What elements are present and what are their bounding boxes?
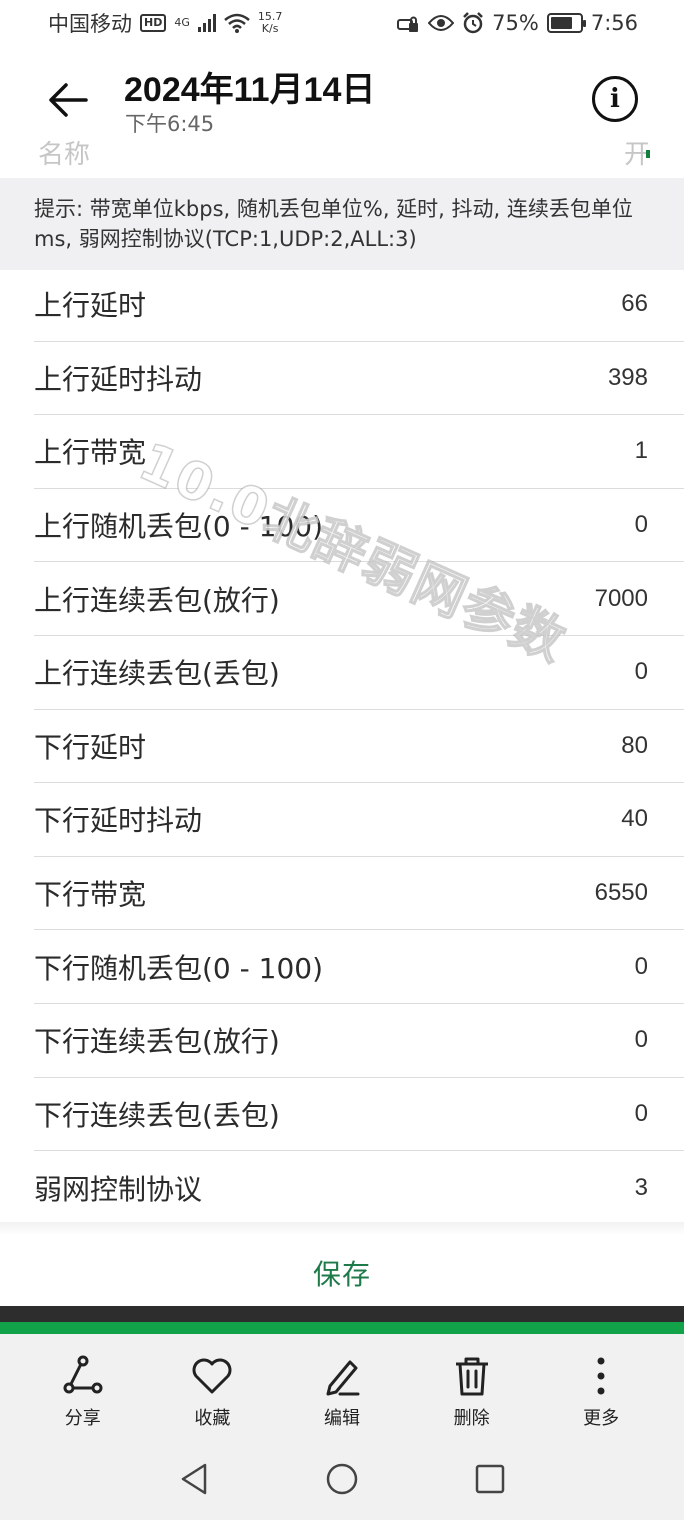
network-type: 4G [174, 16, 190, 29]
param-row[interactable]: 上行带宽 1 [34, 415, 684, 489]
alarm-icon [463, 12, 484, 34]
parameter-list: 上行延时 66 上行延时抖动 398 上行带宽 1 上行随机丢包(0 - 100) 0 上行连续… [0, 268, 684, 1225]
param-row[interactable]: 上行连续丢包(放行) 7000 [34, 562, 684, 636]
scrolled-row-label: 名称 [38, 140, 91, 170]
share-icon [63, 1355, 103, 1394]
nav-back-button[interactable] [172, 1457, 216, 1501]
param-label: 上行随机丢包(0 - 100) [34, 510, 324, 544]
param-row[interactable]: 下行连续丢包(放行) 0 [34, 1004, 684, 1078]
carrier-name: 中国移动 [48, 12, 132, 36]
page-title: 2024年11月14日 [124, 71, 376, 109]
param-row[interactable]: 上行随机丢包(0 - 100) 0 [34, 489, 684, 563]
param-label: 下行延时抖动 [34, 804, 203, 838]
param-value: 398 [607, 363, 648, 391]
share-label: 分享 [64, 1408, 101, 1429]
param-value: 0 [634, 1026, 648, 1054]
param-label: 上行带宽 [34, 436, 147, 470]
nav-home-button[interactable] [320, 1457, 364, 1501]
battery-level-fill [550, 17, 572, 29]
info-icon: i [610, 84, 620, 114]
param-label: 下行连续丢包(丢包) [34, 1098, 280, 1132]
param-label: 下行连续丢包(放行) [34, 1025, 280, 1059]
circle-home-icon [326, 1463, 358, 1495]
param-row[interactable]: 下行带宽 6550 [34, 857, 684, 931]
param-row[interactable]: 下行连续丢包(丢包) 0 [34, 1078, 684, 1152]
wifi-icon [224, 13, 250, 33]
trash-icon [455, 1357, 488, 1396]
arrow-left-icon [49, 83, 88, 117]
delete-label: 删除 [453, 1408, 490, 1429]
param-value: 40 [621, 805, 648, 833]
more-button[interactable]: 更多 [546, 1334, 656, 1438]
param-row[interactable]: 上行连续丢包(丢包) 0 [34, 636, 684, 710]
heart-icon [192, 1358, 232, 1394]
back-button[interactable] [44, 76, 92, 124]
status-bar-left: 中国移动 HD 4G 15.7 K/s [48, 8, 282, 38]
cursor-mark [646, 150, 650, 158]
param-label: 上行延时抖动 [34, 362, 203, 396]
battery-percent: 75% [492, 11, 539, 35]
accent-strip [0, 1322, 684, 1334]
status-bar: 中国移动 HD 4G 15.7 K/s 75% 7:56 [0, 0, 684, 46]
param-label: 下行随机丢包(0 - 100) [34, 951, 324, 985]
param-value: 0 [634, 658, 648, 686]
battery-icon [546, 13, 586, 33]
network-speed: 15.7 K/s [258, 11, 283, 35]
status-bar-right: 75% 7:56 [396, 11, 638, 35]
signal-icon [197, 14, 216, 32]
delete-button[interactable]: 删除 [417, 1334, 527, 1438]
divider [0, 1222, 684, 1236]
save-button[interactable]: 保存 [0, 1240, 684, 1306]
favorite-label: 收藏 [194, 1408, 231, 1429]
param-label: 下行延时 [34, 730, 147, 764]
system-nav-bar [0, 1438, 684, 1520]
app-header: 2024年11月14日 下午6:45 i [0, 46, 684, 154]
share-button[interactable]: 分享 [28, 1334, 138, 1438]
more-vertical-icon [597, 1357, 605, 1395]
param-value: 7000 [594, 584, 648, 612]
pencil-icon [326, 1360, 360, 1396]
param-label: 下行带宽 [34, 878, 147, 912]
param-row[interactable]: 下行延时抖动 40 [34, 783, 684, 857]
param-row[interactable]: 上行延时抖动 398 [34, 342, 684, 416]
param-value: 66 [621, 290, 648, 318]
more-label: 更多 [583, 1408, 620, 1429]
param-row[interactable]: 下行随机丢包(0 - 100) 0 [34, 930, 684, 1004]
square-recents-icon [475, 1464, 505, 1494]
param-label: 弱网控制协议 [34, 1172, 203, 1206]
favorite-button[interactable]: 收藏 [157, 1334, 267, 1438]
action-bar: 分享 收藏 编辑 删除 更多 [0, 1334, 684, 1438]
param-value: 0 [634, 1099, 648, 1127]
param-value: 0 [634, 952, 648, 980]
info-button[interactable]: i [592, 76, 638, 122]
param-label: 上行连续丢包(放行) [34, 583, 280, 617]
param-label: 上行连续丢包(丢包) [34, 657, 280, 691]
param-row[interactable]: 上行延时 66 [34, 268, 684, 342]
param-value: 80 [621, 731, 648, 759]
param-value: 1 [634, 437, 648, 465]
param-row[interactable]: 下行延时 80 [34, 710, 684, 784]
car-lock-icon [397, 16, 419, 32]
param-value: 3 [634, 1173, 648, 1201]
network-speed-unit: K/s [261, 22, 279, 35]
nav-recents-button[interactable] [468, 1457, 512, 1501]
param-value: 6550 [594, 879, 648, 907]
triangle-back-icon [181, 1463, 207, 1495]
param-label: 上行延时 [34, 289, 147, 323]
param-row[interactable]: 弱网控制协议 3 [34, 1151, 684, 1225]
hd-badge: HD [140, 14, 167, 32]
overlay-bar [0, 1306, 684, 1322]
param-value: 0 [634, 511, 648, 539]
hint-banner: 提示: 带宽单位kbps, 随机丢包单位%, 延时, 抖动, 连续丢包单位ms,… [0, 178, 684, 270]
edit-button[interactable]: 编辑 [287, 1334, 397, 1438]
clock: 7:56 [590, 11, 638, 35]
eye-icon [428, 15, 455, 31]
page-subtitle: 下午6:45 [125, 112, 215, 136]
edit-label: 编辑 [323, 1408, 360, 1429]
